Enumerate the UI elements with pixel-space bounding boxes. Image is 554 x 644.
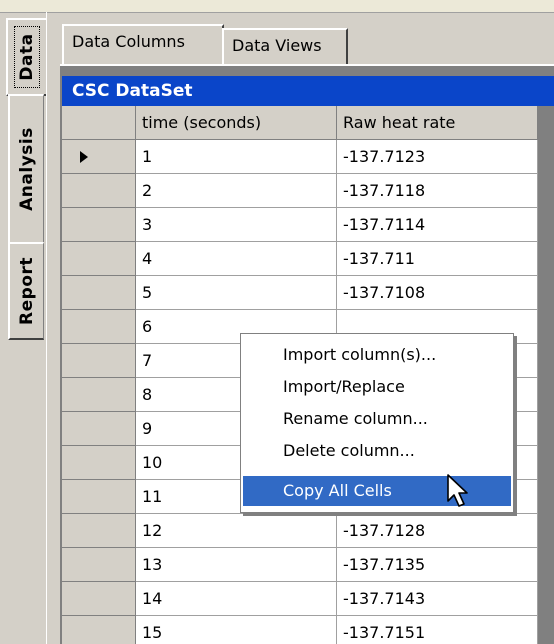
table-row[interactable]: 13 -137.7135 (62, 548, 538, 582)
row-header[interactable] (62, 616, 136, 644)
cell-raw-heat-rate[interactable]: -137.7108 (337, 276, 538, 310)
tab-data-columns-label: Data Columns (72, 32, 185, 51)
row-header[interactable] (62, 140, 136, 174)
grid-scroll-area (538, 106, 554, 644)
cell-raw-heat-rate[interactable]: -137.7128 (337, 514, 538, 548)
side-tab-report[interactable]: Report (8, 242, 44, 340)
row-header[interactable] (62, 378, 136, 412)
row-header[interactable] (62, 412, 136, 446)
cell-raw-heat-rate[interactable]: -137.7114 (337, 208, 538, 242)
side-tab-report-label: Report (16, 257, 37, 325)
side-tab-analysis[interactable]: Analysis (8, 94, 44, 244)
row-header[interactable] (62, 480, 136, 514)
cell-time[interactable]: 13 (136, 548, 337, 582)
cell-time[interactable]: 5 (136, 276, 337, 310)
side-tab-data[interactable]: Data (6, 18, 46, 96)
table-row[interactable]: 5 -137.7108 (62, 276, 538, 310)
row-header[interactable] (62, 548, 136, 582)
cell-raw-heat-rate[interactable]: -137.7151 (337, 616, 538, 644)
cell-time[interactable]: 12 (136, 514, 337, 548)
row-header[interactable] (62, 174, 136, 208)
menu-item-rename-column[interactable]: Rename column... (243, 404, 511, 434)
row-header[interactable] (62, 276, 136, 310)
row-header[interactable] (62, 582, 136, 616)
row-header[interactable] (62, 446, 136, 480)
table-row[interactable]: 12 -137.7128 (62, 514, 538, 548)
cell-time[interactable]: 3 (136, 208, 337, 242)
cell-time[interactable]: 4 (136, 242, 337, 276)
tab-data-columns[interactable]: Data Columns (62, 24, 224, 66)
table-row[interactable]: 15 -137.7151 (62, 616, 538, 644)
table-row[interactable]: 2 -137.7118 (62, 174, 538, 208)
column-header-time[interactable]: time (seconds) (136, 106, 337, 140)
row-header[interactable] (62, 344, 136, 378)
menu-item-import-columns[interactable]: Import column(s)... (243, 340, 511, 370)
current-row-arrow-icon (80, 151, 88, 163)
tab-data-views-label: Data Views (232, 36, 322, 55)
row-header[interactable] (62, 514, 136, 548)
cell-raw-heat-rate[interactable]: -137.711 (337, 242, 538, 276)
context-menu: Import column(s)... Import/Replace Renam… (240, 333, 514, 513)
grid-corner-header[interactable] (62, 106, 136, 140)
column-header-raw-heat-rate[interactable]: Raw heat rate (337, 106, 538, 140)
cell-raw-heat-rate[interactable]: -137.7123 (337, 140, 538, 174)
cell-raw-heat-rate[interactable]: -137.7118 (337, 174, 538, 208)
side-tab-data-label: Data (17, 33, 37, 81)
row-header[interactable] (62, 242, 136, 276)
cell-raw-heat-rate[interactable]: -137.7143 (337, 582, 538, 616)
cell-time[interactable]: 14 (136, 582, 337, 616)
table-row[interactable]: 14 -137.7143 (62, 582, 538, 616)
side-tab-analysis-label: Analysis (16, 127, 37, 211)
cell-time[interactable]: 15 (136, 616, 337, 644)
table-row[interactable]: 1 -137.7123 (62, 140, 538, 174)
cell-time[interactable]: 2 (136, 174, 337, 208)
menu-item-import-replace[interactable]: Import/Replace (243, 372, 511, 402)
dataset-caption: CSC DataSet (62, 76, 554, 106)
row-header[interactable] (62, 310, 136, 344)
row-header[interactable] (62, 208, 136, 242)
mouse-pointer-icon (447, 474, 468, 507)
tab-data-views[interactable]: Data Views (222, 28, 348, 64)
table-row[interactable]: 3 -137.7114 (62, 208, 538, 242)
cell-time[interactable]: 1 (136, 140, 337, 174)
table-row[interactable]: 4 -137.711 (62, 242, 538, 276)
menu-item-delete-column[interactable]: Delete column... (243, 436, 511, 466)
cell-raw-heat-rate[interactable]: -137.7135 (337, 548, 538, 582)
